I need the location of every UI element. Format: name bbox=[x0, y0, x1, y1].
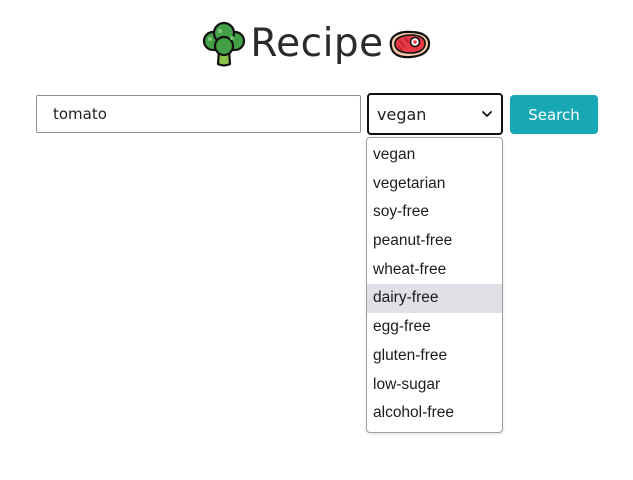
app-title: Recipe bbox=[250, 20, 384, 66]
dropdown-option-gluten-free[interactable]: gluten-free bbox=[367, 342, 502, 371]
recipe-search-page: Recipe vegan Search vegan vegetarian soy… bbox=[0, 0, 633, 480]
dropdown-option-peanut-free[interactable]: peanut-free bbox=[367, 227, 502, 256]
dropdown-option-wheat-free[interactable]: wheat-free bbox=[367, 256, 502, 285]
dropdown-option-vegan[interactable]: vegan bbox=[367, 141, 502, 170]
dropdown-option-vegetarian[interactable]: vegetarian bbox=[367, 170, 502, 199]
dropdown-option-soy-free[interactable]: soy-free bbox=[367, 198, 502, 227]
dropdown-option-low-sugar[interactable]: low-sugar bbox=[367, 371, 502, 400]
search-input[interactable] bbox=[36, 95, 361, 133]
chevron-down-icon bbox=[482, 111, 492, 117]
broccoli-icon bbox=[203, 21, 246, 67]
dropdown-option-egg-free[interactable]: egg-free bbox=[367, 313, 502, 342]
app-header: Recipe bbox=[0, 16, 633, 72]
health-label-dropdown-list: vegan vegetarian soy-free peanut-free wh… bbox=[366, 137, 503, 433]
select-selected-value: vegan bbox=[377, 104, 427, 124]
health-label-select[interactable]: vegan bbox=[367, 93, 503, 135]
search-button[interactable]: Search bbox=[510, 95, 598, 134]
meat-steak-icon bbox=[389, 30, 430, 59]
dropdown-option-dairy-free[interactable]: dairy-free bbox=[367, 284, 502, 314]
dropdown-option-alcohol-free[interactable]: alcohol-free bbox=[367, 399, 502, 428]
